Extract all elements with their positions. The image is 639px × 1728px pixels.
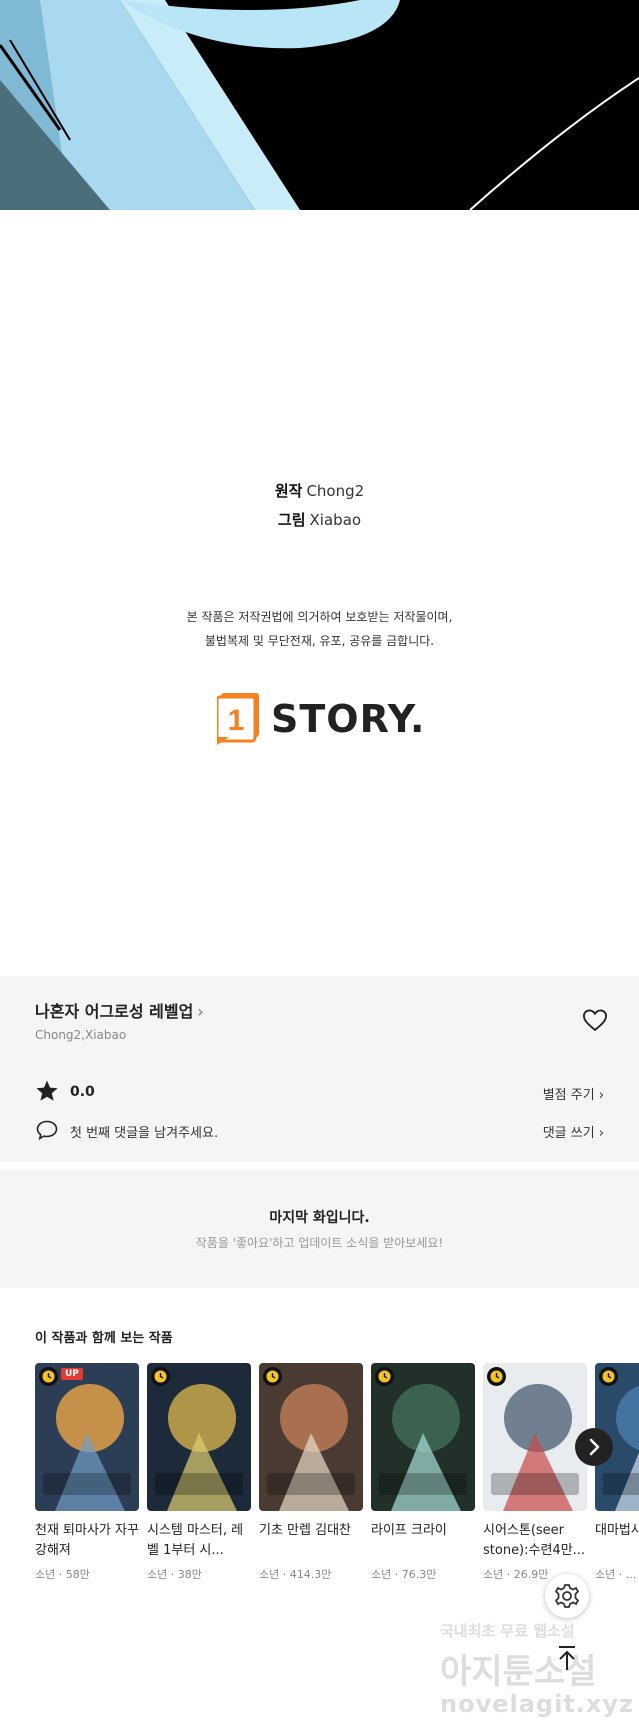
work-title-link[interactable]: 나혼자 어그로성 레벨업 › bbox=[35, 998, 204, 1022]
recommendation-title[interactable]: 대마법사... bbox=[595, 1521, 639, 1561]
speech-bubble-icon bbox=[36, 1120, 58, 1141]
story-logo: 1 STORY. bbox=[217, 692, 425, 746]
star-icon bbox=[36, 1080, 58, 1101]
recommendation-cover[interactable] bbox=[483, 1363, 587, 1511]
rate-button[interactable]: 별점 주기 › bbox=[543, 1084, 604, 1103]
art-value: Xiabao bbox=[309, 511, 362, 529]
watermark-line-2: 아지툰소설 bbox=[440, 1652, 597, 1692]
gear-icon bbox=[554, 1584, 580, 1608]
recommendation-title[interactable]: 시스템 마스터, 레벨 1부터 시... bbox=[147, 1521, 251, 1561]
recommendation-cover[interactable] bbox=[147, 1363, 251, 1511]
chevron-right-icon: › bbox=[197, 1002, 204, 1021]
recommendation-title[interactable]: 시어스톤(seer stone):수련4만... bbox=[483, 1521, 587, 1561]
arrow-up-icon bbox=[559, 1646, 575, 1670]
recommendation-card[interactable]: 대마법사... 소년 · ... bbox=[595, 1363, 639, 1582]
recommendation-title[interactable]: 라이프 크라이 bbox=[371, 1521, 475, 1561]
recommendations-section: 이 작품과 함께 보는 작품 UP 천재 퇴마사가 자꾸 강해져소년 · 58만 시… bbox=[0, 1290, 639, 1600]
work-authors: Chong2,Xiabao bbox=[35, 1028, 127, 1042]
recommendation-meta: 소년 · 38만 bbox=[147, 1568, 202, 1581]
recommendations-heading: 이 작품과 함께 보는 작품 bbox=[35, 1331, 173, 1346]
recommendation-title[interactable]: 천재 퇴마사가 자꾸 강해져 bbox=[35, 1521, 139, 1561]
clock-icon bbox=[263, 1367, 282, 1386]
recommendation-title[interactable]: 기초 만렙 김대찬 bbox=[259, 1521, 363, 1561]
recommendation-card[interactable]: 시어스톤(seer stone):수련4만... 소년 · 26.9만 bbox=[483, 1363, 587, 1582]
last-episode-box: 마지막 화입니다. 작품을 '좋아요'하고 업데이트 소식을 받아보세요! bbox=[0, 1170, 639, 1288]
recommendation-cover[interactable] bbox=[371, 1363, 475, 1511]
watermark-line-1: 국내최초 무료 웹소설 bbox=[440, 1622, 575, 1640]
recommendation-card[interactable]: UP 천재 퇴마사가 자꾸 강해져소년 · 58만 bbox=[35, 1363, 139, 1582]
recommendation-meta: 소년 · 414.3만 bbox=[259, 1568, 332, 1581]
story-logo-text: STORY. bbox=[271, 697, 426, 741]
original-label: 원작 bbox=[274, 482, 303, 500]
work-title[interactable]: 나혼자 어그로성 레벨업 bbox=[35, 1002, 193, 1021]
clock-icon bbox=[151, 1367, 170, 1386]
recommendation-meta: 소년 · ... bbox=[595, 1568, 637, 1581]
comic-panel-image bbox=[0, 0, 639, 210]
notice-line-1: 본 작품은 저작권법에 의거하여 보호받는 저작물이며, bbox=[186, 610, 453, 624]
work-info-panel: 나혼자 어그로성 레벨업 › Chong2,Xiabao 0.0 별점 주기 › … bbox=[0, 976, 639, 1162]
credits: 원작 Chong2 그림 Xiabao bbox=[0, 477, 639, 535]
recommendation-cover[interactable] bbox=[259, 1363, 363, 1511]
svg-text:1: 1 bbox=[228, 704, 245, 737]
rating-row: 0.0 별점 주기 › bbox=[35, 1079, 604, 1105]
rating-score: 0.0 bbox=[70, 1084, 95, 1100]
notice-line-2: 불법복제 및 무단전재, 유포, 공유를 금합니다. bbox=[204, 634, 435, 648]
original-value: Chong2 bbox=[306, 482, 365, 500]
recommendation-meta: 소년 · 76.3만 bbox=[371, 1568, 437, 1581]
last-episode-title: 마지막 화입니다. bbox=[269, 1210, 370, 1226]
recommendation-card[interactable]: 라이프 크라이소년 · 76.3만 bbox=[371, 1363, 475, 1582]
recommendation-cover[interactable]: UP bbox=[35, 1363, 139, 1511]
chevron-right-icon bbox=[589, 1438, 600, 1456]
comment-prompt[interactable]: 첫 번째 댓글을 남겨주세요. bbox=[70, 1122, 218, 1141]
clock-icon bbox=[375, 1367, 394, 1386]
comment-row: 첫 번째 댓글을 남겨주세요. 댓글 쓰기 › bbox=[35, 1118, 604, 1144]
story-logo-icon: 1 bbox=[217, 693, 259, 745]
heart-icon[interactable] bbox=[581, 1006, 609, 1034]
clock-icon bbox=[599, 1367, 618, 1386]
recommendation-card[interactable]: 기초 만렙 김대찬소년 · 414.3만 bbox=[259, 1363, 363, 1582]
scroll-top-button[interactable] bbox=[545, 1636, 589, 1680]
recommendations-strip[interactable]: UP 천재 퇴마사가 자꾸 강해져소년 · 58만 시스템 마스터, 레벨 1부터 … bbox=[35, 1363, 639, 1593]
art-label: 그림 bbox=[277, 511, 306, 529]
up-badge: UP bbox=[61, 1368, 83, 1380]
watermark-line-3: novelagit.xyz bbox=[440, 1690, 635, 1718]
write-comment-button[interactable]: 댓글 쓰기 › bbox=[543, 1122, 604, 1141]
recommendation-meta: 소년 · 58만 bbox=[35, 1568, 90, 1581]
clock-icon bbox=[39, 1367, 58, 1386]
last-episode-subtitle: 작품을 '좋아요'하고 업데이트 소식을 받아보세요! bbox=[195, 1236, 444, 1250]
copyright-notice: 본 작품은 저작권법에 의거하여 보호받는 저작물이며, 불법복제 및 무단전재… bbox=[0, 605, 639, 653]
clock-icon bbox=[487, 1367, 506, 1386]
carousel-next-button[interactable] bbox=[575, 1428, 613, 1466]
settings-button[interactable] bbox=[545, 1574, 589, 1618]
recommendation-card[interactable]: 시스템 마스터, 레벨 1부터 시... 소년 · 38만 bbox=[147, 1363, 251, 1582]
